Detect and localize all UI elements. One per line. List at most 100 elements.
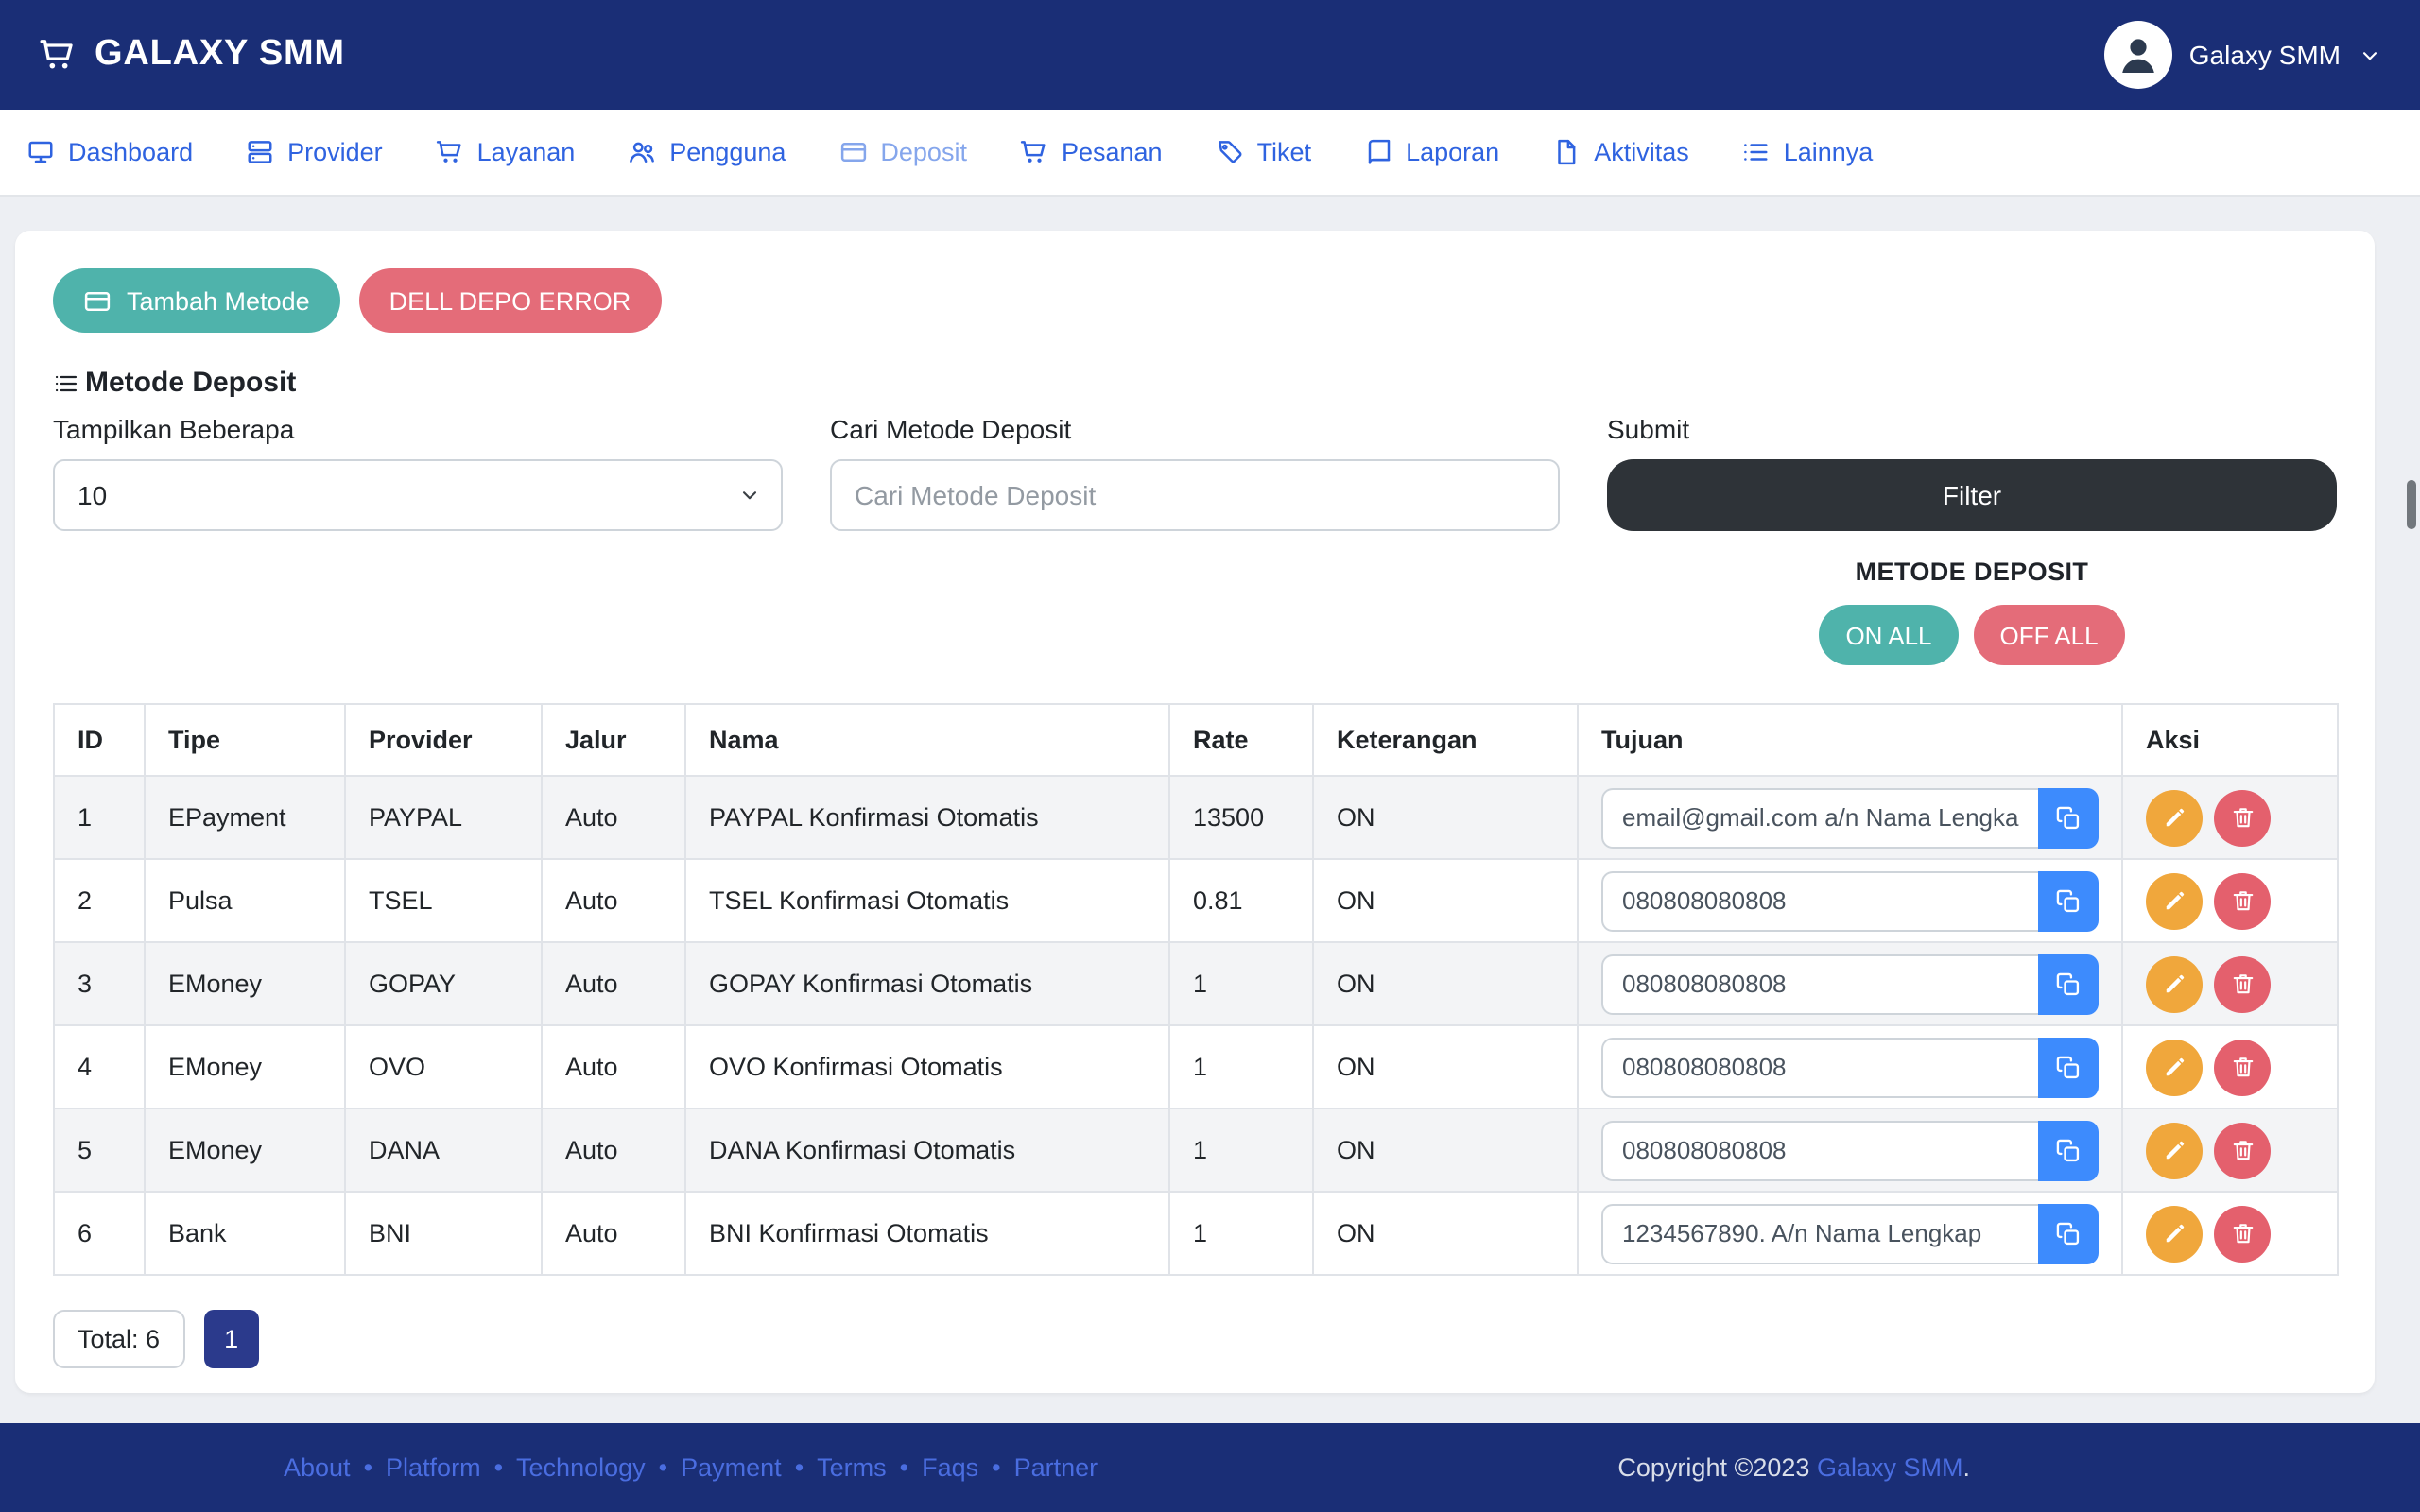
nav-item-label: Provider: [287, 138, 383, 166]
cell-tipe: EMoney: [145, 942, 345, 1025]
page-footer: About•Platform•Technology•Payment•Terms•…: [0, 1423, 2420, 1512]
copyright: Copyright ©2023 Galaxy SMM.: [1617, 1453, 1970, 1482]
tujuan-input[interactable]: [1601, 787, 2038, 848]
page-1-button[interactable]: 1: [203, 1310, 259, 1368]
copyright-link[interactable]: Galaxy SMM: [1817, 1453, 1963, 1482]
footer-link-separator: •: [659, 1453, 667, 1482]
cell-keterangan: ON: [1313, 1192, 1578, 1275]
nav-item-label: Laporan: [1406, 138, 1499, 166]
nav-item-label: Pengguna: [669, 138, 786, 166]
copy-icon: [2055, 971, 2082, 997]
metode-deposit-heading: METODE DEPOSIT: [1607, 558, 2337, 586]
footer-link-separator: •: [364, 1453, 372, 1482]
tujuan-input-group: [1601, 787, 2099, 848]
column-header-nama: Nama: [685, 704, 1169, 776]
tujuan-input[interactable]: [1601, 870, 2038, 931]
nav-item-deposit[interactable]: Deposit: [812, 110, 994, 195]
cell-jalur: Auto: [542, 1025, 685, 1108]
nav-item-laporan[interactable]: Laporan: [1338, 110, 1526, 195]
footer-link-partner[interactable]: Partner: [1014, 1453, 1098, 1482]
nav-item-pesanan[interactable]: Pesanan: [994, 110, 1189, 195]
delete-button[interactable]: [2214, 789, 2271, 846]
tambah-metode-button[interactable]: Tambah Metode: [53, 268, 340, 333]
dell-depo-error-label: DELL DEPO ERROR: [389, 286, 631, 315]
cell-tipe: Bank: [145, 1192, 345, 1275]
pencil-icon: [2162, 971, 2187, 996]
search-metode-input[interactable]: [830, 459, 1560, 531]
card-icon-slot: [83, 286, 112, 315]
footer-link-payment[interactable]: Payment: [681, 1453, 782, 1482]
nav-item-layanan[interactable]: Layanan: [409, 110, 602, 195]
show-entries-select-wrap: 10: [53, 459, 783, 531]
footer-link-about[interactable]: About: [284, 1453, 351, 1482]
nav-item-label: Layanan: [477, 138, 576, 166]
copy-button[interactable]: [2038, 954, 2099, 1014]
chevron-down-icon: [2358, 43, 2382, 67]
laporan-icon: [1364, 138, 1392, 166]
footer-links: About•Platform•Technology•Payment•Terms•…: [284, 1453, 1098, 1482]
pencil-icon: [2162, 888, 2187, 913]
edit-button[interactable]: [2146, 789, 2203, 846]
delete-button[interactable]: [2214, 1122, 2271, 1178]
copy-button[interactable]: [2038, 1120, 2099, 1180]
filter-button[interactable]: Filter: [1607, 459, 2337, 531]
footer-link-technology[interactable]: Technology: [516, 1453, 646, 1482]
edit-button[interactable]: [2146, 872, 2203, 929]
cell-rate: 1: [1169, 942, 1313, 1025]
trash-icon: [2230, 971, 2255, 996]
dell-depo-error-button[interactable]: DELL DEPO ERROR: [359, 268, 662, 333]
cell-provider: PAYPAL: [345, 776, 542, 859]
footer-link-platform[interactable]: Platform: [386, 1453, 481, 1482]
aksi-buttons: [2146, 1205, 2314, 1262]
copy-button[interactable]: [2038, 1037, 2099, 1097]
metode-table-wrap: IDTipeProviderJalurNamaRateKeteranganTuj…: [53, 703, 2337, 1276]
tiket-icon: [1216, 138, 1244, 166]
footer-link-terms[interactable]: Terms: [817, 1453, 887, 1482]
edit-button[interactable]: [2146, 955, 2203, 1012]
cell-aksi: [2122, 776, 2338, 859]
edit-button[interactable]: [2146, 1122, 2203, 1178]
copy-button[interactable]: [2038, 870, 2099, 931]
tujuan-input-group: [1601, 954, 2099, 1014]
copy-icon: [2055, 1054, 2082, 1080]
table-header-row: IDTipeProviderJalurNamaRateKeteranganTuj…: [54, 704, 2338, 776]
trash-icon: [2230, 1055, 2255, 1079]
cell-rate: 0.81: [1169, 859, 1313, 942]
delete-button[interactable]: [2214, 955, 2271, 1012]
copyright-prefix: Copyright ©2023: [1617, 1453, 1817, 1482]
copy-button[interactable]: [2038, 1203, 2099, 1263]
table-row: 5EMoneyDANAAutoDANA Konfirmasi Otomatis1…: [54, 1108, 2338, 1192]
tujuan-input[interactable]: [1601, 954, 2038, 1014]
scrollbar-thumb[interactable]: [2407, 480, 2416, 529]
trash-icon: [2230, 888, 2255, 913]
cell-aksi: [2122, 1108, 2338, 1192]
tujuan-input[interactable]: [1601, 1037, 2038, 1097]
off-all-button[interactable]: OFF ALL: [1974, 605, 2125, 665]
cell-rate: 13500: [1169, 776, 1313, 859]
pesanan-icon: [1020, 138, 1048, 166]
edit-button[interactable]: [2146, 1205, 2203, 1262]
delete-button[interactable]: [2214, 872, 2271, 929]
nav-item-tiket[interactable]: Tiket: [1189, 110, 1339, 195]
footer-link-faqs[interactable]: Faqs: [922, 1453, 978, 1482]
tujuan-input[interactable]: [1601, 1120, 2038, 1180]
on-all-button[interactable]: ON ALL: [1819, 605, 1958, 665]
cell-aksi: [2122, 1192, 2338, 1275]
delete-button[interactable]: [2214, 1039, 2271, 1095]
copy-button[interactable]: [2038, 787, 2099, 848]
delete-button[interactable]: [2214, 1205, 2271, 1262]
avatar[interactable]: [2104, 21, 2172, 89]
aksi-buttons: [2146, 1039, 2314, 1095]
show-entries-label: Tampilkan Beberapa: [53, 414, 783, 444]
nav-item-aktivitas[interactable]: Aktivitas: [1526, 110, 1716, 195]
column-header-jalur: Jalur: [542, 704, 685, 776]
user-menu[interactable]: Galaxy SMM: [2104, 21, 2382, 89]
show-entries-select[interactable]: 10: [53, 459, 783, 531]
edit-button[interactable]: [2146, 1039, 2203, 1095]
nav-item-provider[interactable]: Provider: [219, 110, 409, 195]
nav-item-pengguna[interactable]: Pengguna: [601, 110, 812, 195]
tujuan-input-group: [1601, 870, 2099, 931]
nav-item-dashboard[interactable]: Dashboard: [0, 110, 219, 195]
tujuan-input[interactable]: [1601, 1203, 2038, 1263]
nav-item-lainnya[interactable]: Lainnya: [1716, 110, 1900, 195]
